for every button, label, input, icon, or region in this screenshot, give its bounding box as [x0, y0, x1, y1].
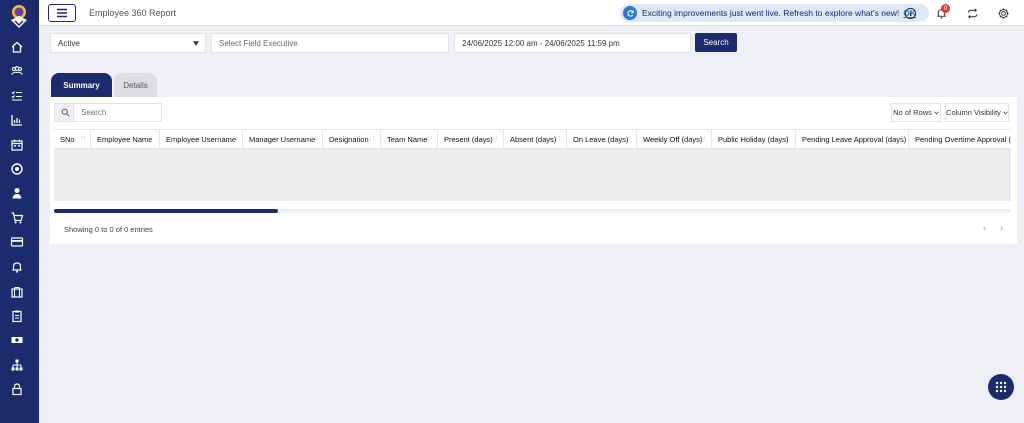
horizontal-scrollbar[interactable] — [54, 209, 1011, 213]
sort-icon: ↓↑ — [784, 135, 790, 142]
next-page-icon[interactable]: › — [1000, 223, 1003, 234]
refresh-icon — [623, 6, 637, 20]
column-header[interactable]: Designation ↓↑ — [323, 130, 381, 148]
settings-gear-icon[interactable] — [996, 6, 1010, 20]
status-select[interactable]: Active — [50, 33, 206, 53]
scrollbar-thumb[interactable] — [54, 209, 278, 213]
column-header[interactable]: Employee Name ↓↑ — [91, 130, 160, 148]
clipboard-icon[interactable] — [9, 308, 25, 324]
field-executive-select[interactable]: Select Field Executive — [211, 33, 449, 53]
chevron-down-icon — [934, 111, 939, 115]
column-header[interactable]: On Leave (days) ↓↑ — [567, 130, 637, 148]
menu-toggle-button[interactable] — [48, 4, 76, 22]
column-header[interactable]: Absent (days) ↓↑ — [504, 130, 567, 148]
search-icon — [55, 104, 75, 121]
sidebar — [0, 0, 39, 423]
column-header[interactable]: Pending Overtime Approval (bene — [909, 130, 1011, 148]
column-visibility-button[interactable]: Column Visibility — [945, 103, 1009, 122]
search-input[interactable] — [75, 108, 161, 117]
sort-icon: ↓↑ — [311, 135, 317, 142]
sort-icon: ↓↑ — [492, 135, 498, 142]
apps-grid-button[interactable] — [988, 374, 1014, 400]
table-body-empty — [54, 149, 1011, 201]
lock-icon[interactable] — [9, 381, 25, 397]
column-header[interactable]: Employee Username ↓↑ — [160, 130, 243, 148]
dropdown-caret-icon — [193, 39, 199, 48]
table-header: SNo ↓↑ Employee Name ↓↑ Employee Username ↓… — [54, 129, 1011, 149]
info-icon[interactable] — [903, 6, 917, 20]
sort-icon: ↓↑ — [232, 135, 238, 142]
reports-icon[interactable] — [9, 112, 25, 128]
page-title: Employee 360 Report — [89, 8, 177, 18]
grid-icon — [995, 381, 1007, 393]
sort-icon: ↓↑ — [555, 135, 561, 142]
search-button[interactable]: Search — [695, 33, 737, 52]
column-header[interactable]: Weekly Off (days) ↓↑ — [637, 130, 712, 148]
column-header[interactable]: Manager Username ↓↑ — [243, 130, 323, 148]
notification-badge: 0 — [941, 4, 950, 13]
column-header[interactable]: Present (days) ↓↑ — [438, 130, 504, 148]
chevron-down-icon — [1003, 111, 1008, 115]
tab-summary[interactable]: Summary — [51, 73, 112, 97]
column-visibility-label: Column Visibility — [946, 108, 1001, 117]
table-search[interactable] — [54, 103, 162, 122]
column-header[interactable]: Public Holiday (days) ↓↑ — [712, 130, 796, 148]
date-range-input[interactable]: 24/06/2025 12:00 am - 24/06/2025 11:59 p… — [454, 33, 691, 53]
hierarchy-icon[interactable] — [9, 357, 25, 373]
user-icon[interactable] — [9, 185, 25, 201]
checklist-icon[interactable] — [9, 88, 25, 104]
cart-icon[interactable] — [9, 210, 25, 226]
tab-details[interactable]: Details — [114, 73, 157, 97]
sort-icon: ↓↑ — [625, 135, 631, 142]
home-icon[interactable] — [9, 39, 25, 55]
notice-text: Exciting improvements just went live. Re… — [642, 8, 900, 18]
team-icon[interactable] — [9, 63, 25, 79]
calendar-icon[interactable] — [9, 137, 25, 153]
top-bar: Employee 360 Report Exciting improvement… — [39, 0, 1024, 26]
hamburger-icon — [57, 8, 67, 18]
sort-icon: ↓↑ — [147, 135, 153, 142]
field-executive-placeholder: Select Field Executive — [219, 38, 298, 48]
sort-icon: ↓↑ — [369, 135, 375, 142]
sort-icon: ↓↑ — [80, 135, 86, 142]
prev-page-icon[interactable]: ‹ — [983, 223, 986, 234]
table-info: Showing 0 to 0 of 0 entries — [64, 225, 153, 234]
update-notice: Exciting improvements just went live. Re… — [620, 4, 929, 22]
status-value: Active — [58, 38, 80, 48]
sort-icon: ↓↑ — [427, 135, 433, 142]
column-header[interactable]: SNo ↓↑ — [54, 130, 91, 148]
column-header[interactable]: Pending Leave Approval (days) ↓↑ — [796, 130, 909, 148]
briefcase-icon[interactable] — [9, 284, 25, 300]
report-card: No of Rows Column Visibility SNo↓↑ Emplo… — [50, 97, 1017, 244]
money-icon[interactable] — [9, 332, 25, 348]
target-icon[interactable] — [9, 161, 25, 177]
sort-icon: ↓↑ — [897, 135, 903, 142]
switch-icon[interactable] — [965, 6, 979, 20]
card-icon[interactable] — [9, 234, 25, 250]
date-range-value: 24/06/2025 12:00 am - 24/06/2025 11:59 p… — [462, 38, 620, 48]
sort-icon: ↓↑ — [700, 135, 706, 142]
column-header[interactable]: Team Name ↓↑ — [381, 130, 438, 148]
bell-icon[interactable] — [9, 259, 25, 275]
app-logo[interactable] — [8, 4, 30, 30]
rows-count-label: No of Rows — [893, 108, 932, 117]
rows-count-button[interactable]: No of Rows — [891, 103, 941, 122]
